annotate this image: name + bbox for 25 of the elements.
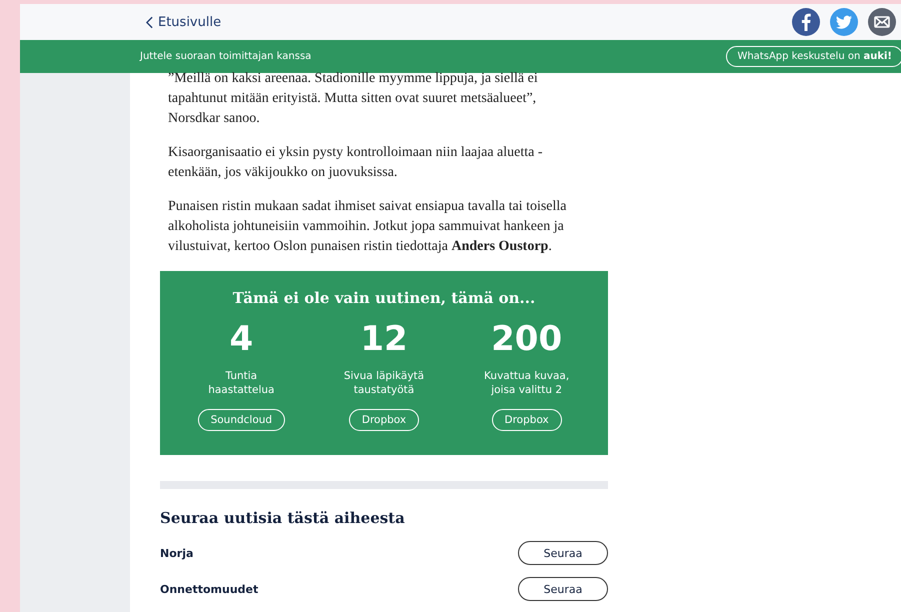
source-button[interactable]: Soundcloud	[198, 409, 286, 431]
facebook-icon[interactable]	[791, 7, 821, 37]
fact-number: 200	[491, 318, 562, 361]
article-paragraph: ”Meillä on kaksi areenaa. Stadionille myymme lippuja, ja siellä ei tapahtunut mitään erityistä. Mutta sitten ovat suuret metsäalueet”, Norsdkar sanoo.	[168, 70, 539, 128]
topic-name: Onnettomuudet	[160, 582, 258, 596]
chevron-left-icon	[146, 16, 153, 28]
bird-icon[interactable]	[829, 7, 859, 37]
fact-label: Kuvattua kuvaa, joisa valittu 2	[483, 369, 570, 397]
source-button[interactable]: Dropbox	[348, 409, 420, 431]
fact-number: 12	[360, 318, 408, 361]
article-paragraph: Punaisen ristin mukaan sadat ihmiset saivat ensiapua tavalla tai toisella alkoholista johtuneisiin vammoihin. Jotkut jopa sammuivat hankeen ja vilustuivat, kertoo Oslon punaisen ristin tiedottaja Anders Oustorp.	[168, 198, 568, 256]
article-paragraph: Kisaorganisaatio ei yksin pysty kontrolloimaan niin laajaa aluetta - etenkään, jos väkijoukko on juovuksissa.	[168, 144, 544, 182]
topic-name: Norja	[160, 546, 194, 560]
fact-label: Sivua läpikäytä taustatyötä	[342, 369, 426, 397]
fact-label: Tuntia haastattelua	[207, 369, 276, 397]
envelope-icon[interactable]	[867, 7, 897, 37]
follow-button[interactable]: Seuraa	[518, 541, 608, 565]
chat-prompt: Juttele suoraan toimittajan kanssa	[140, 51, 312, 62]
follow-button[interactable]: Seuraa	[518, 577, 608, 601]
whatsapp-chat-button[interactable]: WhatsApp keskustelu on auki!	[726, 46, 901, 67]
back-link[interactable]: Etusivulle	[146, 14, 222, 30]
facts-title: Tämä ei ole vain uutinen, tämä on...	[232, 289, 536, 307]
fact-number: 4	[229, 318, 254, 361]
source-button[interactable]: Dropbox	[492, 409, 562, 431]
follow-heading: Seuraa uutisia tästä aiheesta	[160, 509, 406, 527]
